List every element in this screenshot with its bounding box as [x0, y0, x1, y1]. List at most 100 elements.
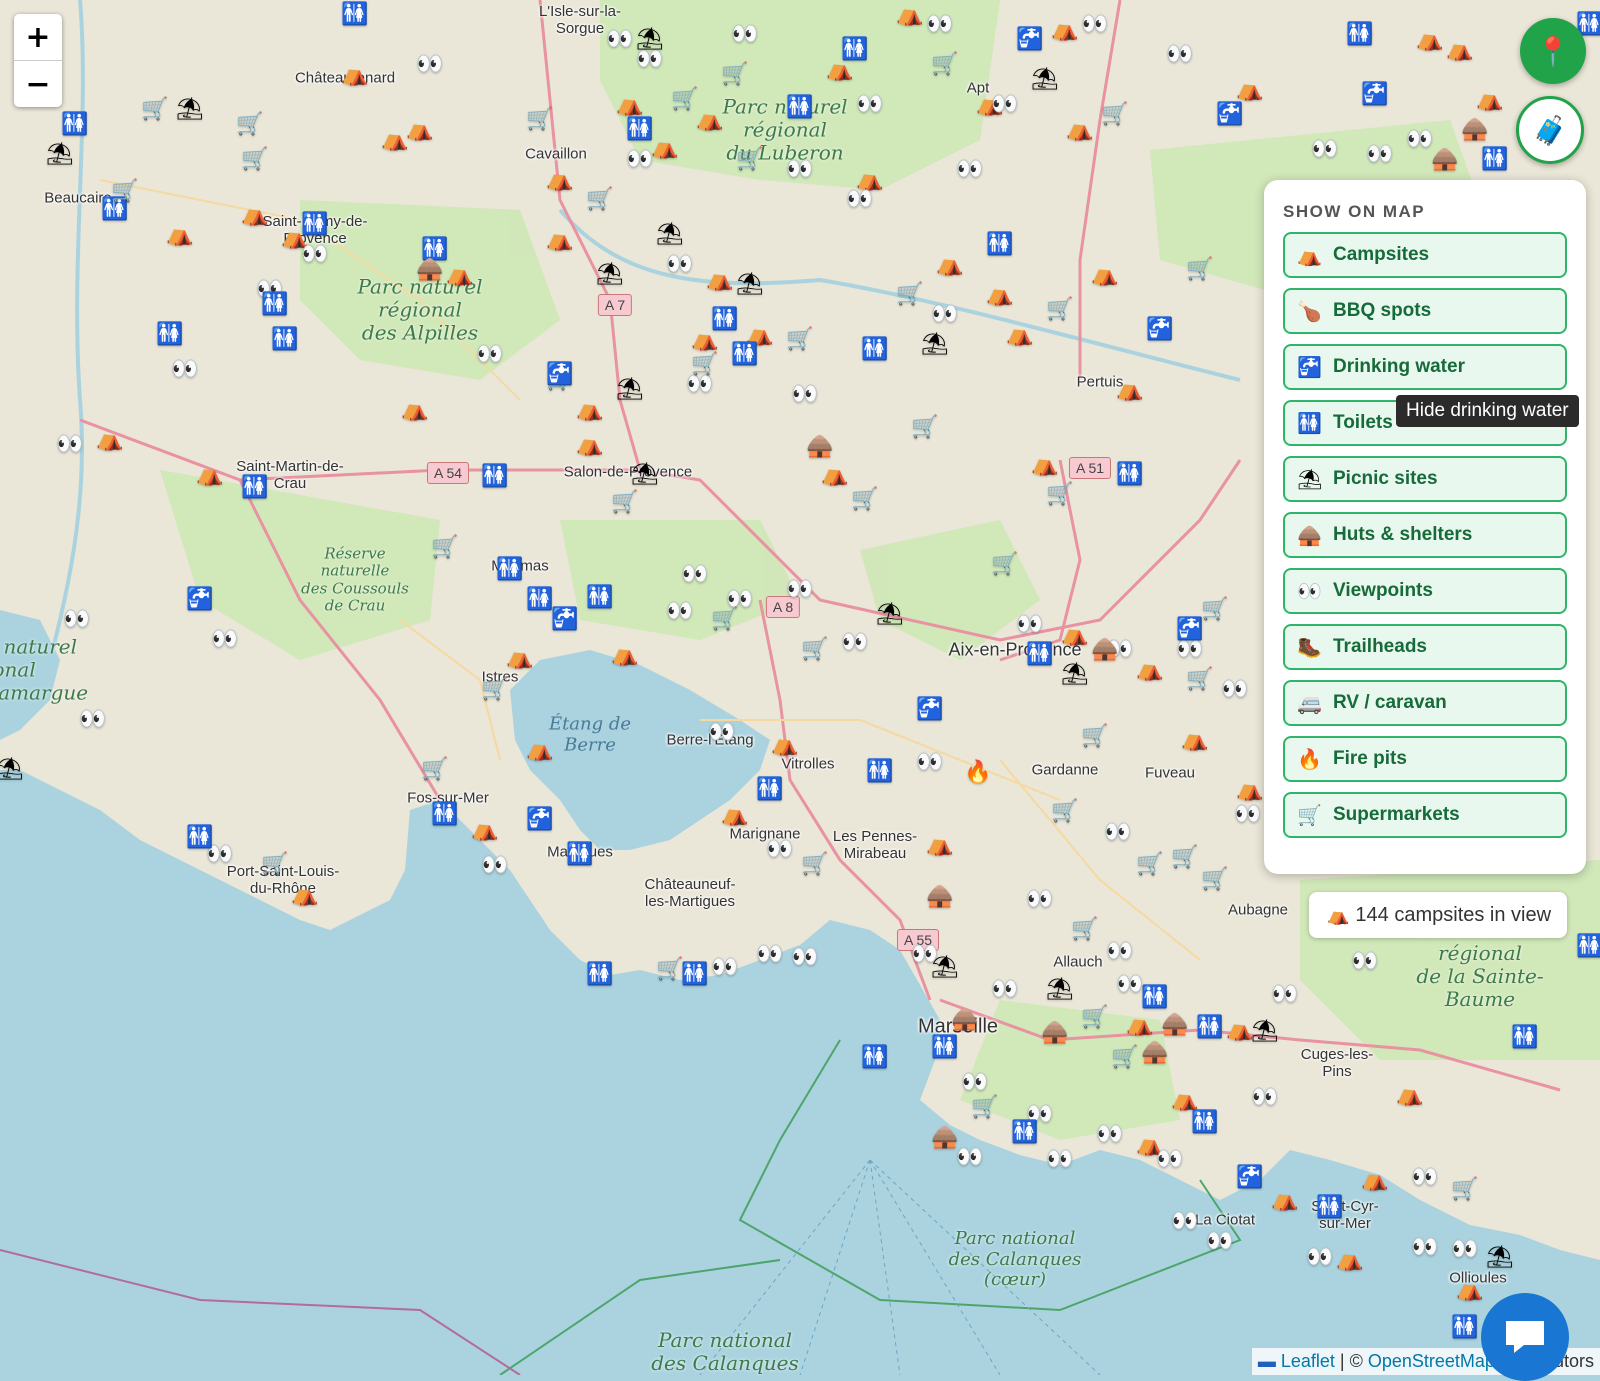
- viewpoint-marker-icon[interactable]: 👀: [1411, 1237, 1438, 1259]
- supermarket-marker-icon[interactable]: 🛒: [1111, 1047, 1138, 1069]
- drinking-water-marker-icon[interactable]: 🚰: [1236, 1167, 1263, 1189]
- toilets-marker-icon[interactable]: 🚻: [1011, 1122, 1038, 1144]
- supermarket-marker-icon[interactable]: 🛒: [236, 114, 263, 136]
- toilets-marker-icon[interactable]: 🚻: [186, 827, 213, 849]
- picnic-marker-icon[interactable]: ⛱: [736, 274, 764, 296]
- campsite-marker-icon[interactable]: ⛺: [1091, 264, 1118, 286]
- viewpoint-marker-icon[interactable]: 👀: [1251, 1087, 1278, 1109]
- picnic-marker-icon[interactable]: ⛱: [631, 464, 659, 486]
- campsite-marker-icon[interactable]: ⛺: [196, 464, 223, 486]
- viewpoint-marker-icon[interactable]: 👀: [1156, 1149, 1183, 1171]
- campsite-marker-icon[interactable]: ⛺: [96, 429, 123, 451]
- campsite-marker-icon[interactable]: ⛺: [926, 834, 953, 856]
- supermarket-marker-icon[interactable]: 🛒: [481, 679, 508, 701]
- campsite-marker-icon[interactable]: ⛺: [1136, 659, 1163, 681]
- picnic-marker-icon[interactable]: ⛱: [931, 957, 959, 979]
- viewpoint-marker-icon[interactable]: 👀: [171, 359, 198, 381]
- toilets-marker-icon[interactable]: 🚻: [866, 761, 893, 783]
- toilets-marker-icon[interactable]: 🚻: [626, 119, 653, 141]
- toilets-marker-icon[interactable]: 🚻: [566, 844, 593, 866]
- viewpoint-marker-icon[interactable]: 👀: [1234, 804, 1261, 826]
- hut-marker-icon[interactable]: 🛖: [416, 259, 443, 281]
- toggle-viewpoints[interactable]: 👀 Viewpoints: [1283, 568, 1567, 614]
- picnic-marker-icon[interactable]: ⛱: [921, 334, 949, 356]
- supermarket-marker-icon[interactable]: 🛒: [991, 554, 1018, 576]
- campsite-marker-icon[interactable]: ⛺: [706, 269, 733, 291]
- campsite-marker-icon[interactable]: ⛺: [576, 399, 603, 421]
- viewpoint-marker-icon[interactable]: 👀: [956, 1147, 983, 1169]
- viewpoint-marker-icon[interactable]: 👀: [666, 601, 693, 623]
- viewpoint-marker-icon[interactable]: 👀: [1351, 951, 1378, 973]
- viewpoint-marker-icon[interactable]: 👀: [56, 434, 83, 456]
- toilets-marker-icon[interactable]: 🚻: [526, 589, 553, 611]
- toilets-marker-icon[interactable]: 🚻: [1576, 936, 1600, 958]
- drinking-water-marker-icon[interactable]: 🚰: [186, 589, 213, 611]
- drinking-water-marker-icon[interactable]: 🚰: [526, 809, 553, 831]
- fire-pit-marker-icon[interactable]: 🔥: [964, 762, 991, 784]
- viewpoint-marker-icon[interactable]: 👀: [791, 384, 818, 406]
- viewpoint-marker-icon[interactable]: 👀: [481, 855, 508, 877]
- viewpoint-marker-icon[interactable]: 👀: [301, 244, 328, 266]
- campsite-marker-icon[interactable]: ⛺: [1066, 119, 1093, 141]
- supermarket-marker-icon[interactable]: 🛒: [141, 99, 168, 121]
- drinking-water-marker-icon[interactable]: 🚰: [1016, 29, 1043, 51]
- drinking-water-marker-icon[interactable]: 🚰: [1146, 319, 1173, 341]
- toilets-marker-icon[interactable]: 🚻: [301, 214, 328, 236]
- campsite-marker-icon[interactable]: ⛺: [1116, 379, 1143, 401]
- supermarket-marker-icon[interactable]: 🛒: [1201, 869, 1228, 891]
- viewpoint-marker-icon[interactable]: 👀: [926, 14, 953, 36]
- supermarket-marker-icon[interactable]: 🛒: [1046, 484, 1073, 506]
- campsite-marker-icon[interactable]: ⛺: [506, 647, 533, 669]
- viewpoint-marker-icon[interactable]: 👀: [1206, 1231, 1233, 1253]
- supermarket-marker-icon[interactable]: 🛒: [1081, 1007, 1108, 1029]
- toilets-marker-icon[interactable]: 🚻: [1346, 24, 1373, 46]
- toilets-marker-icon[interactable]: 🚻: [786, 97, 813, 119]
- viewpoint-marker-icon[interactable]: 👀: [991, 94, 1018, 116]
- supermarket-marker-icon[interactable]: 🛒: [801, 639, 828, 661]
- viewpoint-marker-icon[interactable]: 👀: [961, 1072, 988, 1094]
- supermarket-marker-icon[interactable]: 🛒: [241, 149, 268, 171]
- campsite-marker-icon[interactable]: ⛺: [616, 94, 643, 116]
- campsite-marker-icon[interactable]: ⛺: [166, 224, 193, 246]
- campsite-marker-icon[interactable]: ⛺: [986, 284, 1013, 306]
- viewpoint-marker-icon[interactable]: 👀: [636, 49, 663, 71]
- campsite-marker-icon[interactable]: ⛺: [1446, 39, 1473, 61]
- toilets-marker-icon[interactable]: 🚻: [61, 114, 88, 136]
- locate-button[interactable]: 📍: [1520, 18, 1586, 84]
- supermarket-marker-icon[interactable]: 🛒: [421, 759, 448, 781]
- campsite-marker-icon[interactable]: ⛺: [1336, 1249, 1363, 1271]
- viewpoint-marker-icon[interactable]: 👀: [211, 629, 238, 651]
- viewpoint-marker-icon[interactable]: 👀: [63, 609, 90, 631]
- campsite-marker-icon[interactable]: ⛺: [771, 734, 798, 756]
- campsite-marker-icon[interactable]: ⛺: [1416, 29, 1443, 51]
- viewpoint-marker-icon[interactable]: 👀: [1411, 1167, 1438, 1189]
- campsite-marker-icon[interactable]: ⛺: [1456, 1279, 1483, 1301]
- hut-marker-icon[interactable]: 🛖: [1461, 119, 1488, 141]
- viewpoint-marker-icon[interactable]: 👀: [1096, 1124, 1123, 1146]
- drinking-water-marker-icon[interactable]: 🚰: [546, 364, 573, 386]
- toggle-supermarkets[interactable]: 🛒 Supermarkets: [1283, 792, 1567, 838]
- leaflet-link[interactable]: Leaflet: [1281, 1351, 1335, 1371]
- drinking-water-marker-icon[interactable]: 🚰: [1361, 84, 1388, 106]
- viewpoint-marker-icon[interactable]: 👀: [731, 24, 758, 46]
- campsite-marker-icon[interactable]: ⛺: [1271, 1189, 1298, 1211]
- campsite-marker-icon[interactable]: ⛺: [896, 4, 923, 26]
- campsite-marker-icon[interactable]: ⛺: [406, 119, 433, 141]
- viewpoint-marker-icon[interactable]: 👀: [1106, 941, 1133, 963]
- toilets-marker-icon[interactable]: 🚻: [586, 964, 613, 986]
- campsite-marker-icon[interactable]: ⛺: [821, 464, 848, 486]
- supermarket-marker-icon[interactable]: 🛒: [911, 417, 938, 439]
- campsite-marker-icon[interactable]: ⛺: [471, 819, 498, 841]
- supermarket-marker-icon[interactable]: 🛒: [431, 537, 458, 559]
- viewpoint-marker-icon[interactable]: 👀: [1406, 129, 1433, 151]
- toilets-marker-icon[interactable]: 🚻: [431, 804, 458, 826]
- viewpoint-marker-icon[interactable]: 👀: [956, 159, 983, 181]
- viewpoint-marker-icon[interactable]: 👀: [476, 344, 503, 366]
- viewpoint-marker-icon[interactable]: 👀: [1116, 974, 1143, 996]
- toilets-marker-icon[interactable]: 🚻: [986, 234, 1013, 256]
- picnic-marker-icon[interactable]: ⛱: [1031, 69, 1059, 91]
- viewpoint-marker-icon[interactable]: 👀: [79, 709, 106, 731]
- viewpoint-marker-icon[interactable]: 👀: [711, 957, 738, 979]
- hut-marker-icon[interactable]: 🛖: [1141, 1042, 1168, 1064]
- campsite-marker-icon[interactable]: ⛺: [241, 204, 268, 226]
